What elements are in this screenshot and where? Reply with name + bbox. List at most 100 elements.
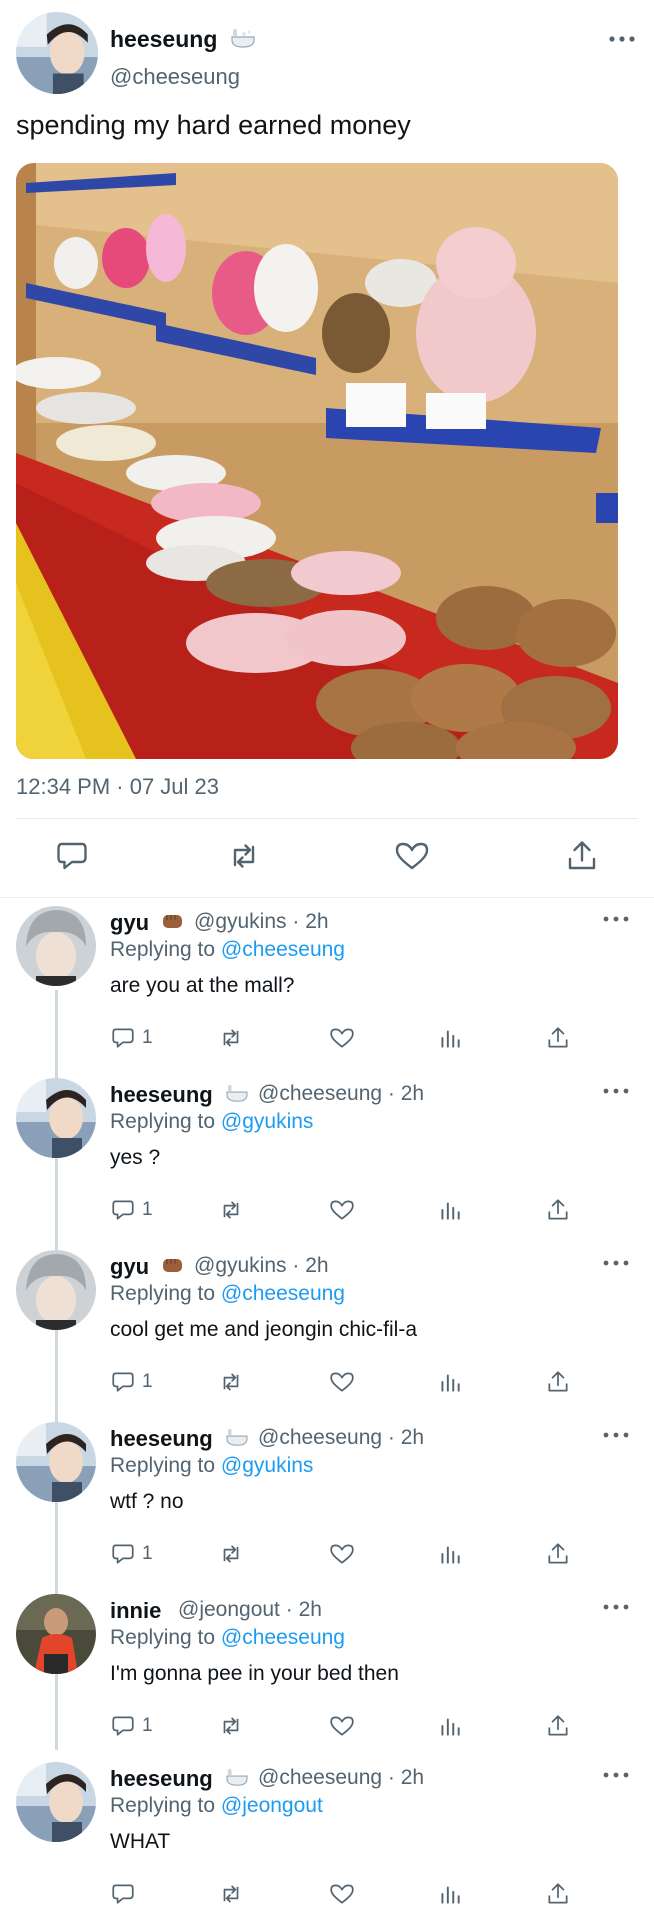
reply-item[interactable]: heeseung @cheeseung · 2h Replying to @gy… (0, 1412, 654, 1584)
reply-text: I'm gonna pee in your bed then (110, 1662, 399, 1685)
replying-to-link[interactable]: @gyukins (221, 1110, 314, 1133)
avatar[interactable] (16, 1250, 96, 1330)
avatar[interactable] (16, 906, 96, 986)
reply-author-name[interactable]: heeseung (110, 1426, 249, 1453)
replying-to-link[interactable]: @jeongout (221, 1794, 323, 1817)
analytics-bars-icon (441, 1718, 460, 1736)
tweet-photo[interactable] (16, 163, 618, 759)
heart-icon[interactable] (394, 838, 430, 874)
like-action[interactable] (329, 1540, 355, 1568)
views-action[interactable] (437, 1024, 463, 1052)
share-action[interactable] (545, 1024, 571, 1052)
reply-item[interactable]: heeseung @cheeseung · 2h Replying to @gy… (0, 1068, 654, 1240)
share-upload-icon[interactable] (564, 838, 600, 874)
like-action[interactable] (329, 1712, 355, 1740)
reply-handle[interactable]: @gyukins (194, 1254, 287, 1277)
retweet-action[interactable] (218, 1368, 244, 1396)
reply-action[interactable]: 1 (110, 1024, 153, 1052)
replying-to-link[interactable]: @gyukins (221, 1454, 314, 1477)
replying-to-label: Replying to (110, 1110, 216, 1133)
reply-action[interactable] (110, 1880, 142, 1908)
share-action[interactable] (545, 1712, 571, 1740)
like-action[interactable] (329, 1196, 355, 1224)
replying-to-link[interactable]: @cheeseung (221, 1626, 345, 1649)
reply-handle[interactable]: @cheeseung (258, 1426, 382, 1449)
reply-handle[interactable]: @gyukins (194, 910, 287, 933)
author-name[interactable]: heeseung (110, 26, 256, 55)
retweet-icon (223, 1029, 239, 1047)
reply-bubble-icon (112, 1372, 134, 1392)
bathtub-emoji-icon (230, 27, 256, 55)
replying-to: Replying to @cheeseung (110, 1626, 345, 1650)
more-dots-icon[interactable] (602, 1258, 630, 1268)
reply-action[interactable]: 1 (110, 1712, 153, 1740)
more-dots-icon[interactable] (602, 1602, 630, 1612)
views-action[interactable] (437, 1196, 463, 1224)
retweet-action[interactable] (218, 1712, 244, 1740)
reply-author-name-text: heeseung (110, 1766, 213, 1791)
analytics-bars-icon (441, 1886, 460, 1904)
share-action[interactable] (545, 1540, 571, 1568)
reply-time[interactable]: 2h (299, 1598, 322, 1621)
author-name-text: heeseung (110, 26, 218, 52)
author-avatar[interactable] (16, 12, 98, 94)
replying-to-link[interactable]: @cheeseung (221, 938, 345, 961)
retweet-icon (223, 1373, 239, 1391)
reply-author-name[interactable]: gyu (110, 910, 185, 938)
reply-author-name[interactable]: gyu (110, 1254, 185, 1282)
retweet-icon[interactable] (226, 838, 262, 874)
reply-action[interactable]: 1 (110, 1196, 153, 1224)
tweet-timestamp[interactable]: 12:34 PM · 07 Jul 23 (16, 774, 219, 800)
reply-item[interactable]: gyu @gyukins · 2h Replying to @cheeseung… (0, 1240, 654, 1412)
retweet-action[interactable] (218, 1024, 244, 1052)
retweet-action[interactable] (218, 1880, 244, 1908)
reply-action[interactable]: 1 (110, 1540, 153, 1568)
replying-to-link[interactable]: @cheeseung (221, 1282, 345, 1305)
author-handle[interactable]: @cheeseung (110, 64, 240, 90)
more-dots-icon[interactable] (602, 914, 630, 924)
heart-icon (330, 1716, 354, 1736)
more-dots-icon[interactable] (602, 1430, 630, 1440)
reply-time[interactable]: 2h (305, 1254, 328, 1277)
share-action[interactable] (545, 1368, 571, 1396)
reply-item[interactable]: innie @jeongout · 2h Replying to @cheese… (0, 1584, 654, 1752)
more-dots-icon[interactable] (602, 1086, 630, 1096)
reply-item[interactable]: heeseung @cheeseung · 2h Replying to @je… (0, 1752, 654, 1920)
more-dots-icon[interactable] (608, 34, 636, 44)
avatar[interactable] (16, 1762, 96, 1842)
reply-time[interactable]: 2h (401, 1766, 424, 1789)
reply-action[interactable]: 1 (110, 1368, 153, 1396)
reply-time[interactable]: 2h (401, 1082, 424, 1105)
like-action[interactable] (329, 1024, 355, 1052)
reply-text: cool get me and jeongin chic-fil-a (110, 1318, 418, 1341)
reply-author-name[interactable]: heeseung (110, 1766, 249, 1793)
reply-meta: @cheeseung · 2h (258, 1766, 425, 1789)
reply-handle[interactable]: @cheeseung (258, 1082, 382, 1105)
reply-bubble-icon[interactable] (54, 838, 90, 874)
reply-item[interactable]: gyu @gyukins · 2h Replying to @cheeseung… (0, 896, 654, 1068)
retweet-action[interactable] (218, 1540, 244, 1568)
reply-handle[interactable]: @cheeseung (258, 1766, 382, 1789)
like-action[interactable] (329, 1368, 355, 1396)
avatar[interactable] (16, 1594, 96, 1674)
reply-author-name-text: gyu (110, 910, 150, 935)
avatar[interactable] (16, 1422, 96, 1502)
views-action[interactable] (437, 1712, 463, 1740)
reply-handle[interactable]: @jeongout (178, 1598, 280, 1621)
share-action[interactable] (545, 1880, 571, 1908)
retweet-action[interactable] (218, 1196, 244, 1224)
more-dots-icon[interactable] (602, 1770, 630, 1780)
reply-time[interactable]: 2h (401, 1426, 424, 1449)
avatar[interactable] (16, 1078, 96, 1158)
views-action[interactable] (437, 1880, 463, 1908)
tweet-text: spending my hard earned money (16, 110, 411, 140)
like-action[interactable] (329, 1880, 355, 1908)
views-action[interactable] (437, 1368, 463, 1396)
reply-author-name[interactable]: heeseung (110, 1082, 249, 1109)
share-upload-icon (548, 1543, 568, 1564)
replying-to: Replying to @cheeseung (110, 938, 345, 962)
reply-time[interactable]: 2h (305, 910, 328, 933)
views-action[interactable] (437, 1540, 463, 1568)
share-action[interactable] (545, 1196, 571, 1224)
reply-author-name[interactable]: innie (110, 1598, 161, 1624)
